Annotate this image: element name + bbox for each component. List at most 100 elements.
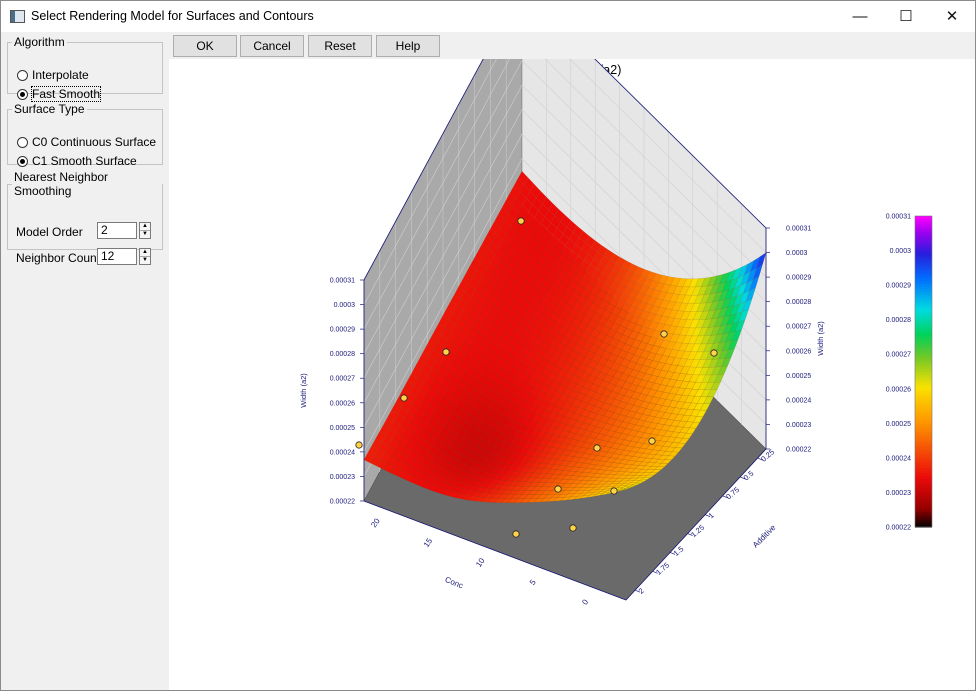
data-point-marker bbox=[569, 524, 577, 532]
model-order-spinner[interactable]: 2 ▲ ▼ bbox=[97, 222, 151, 239]
x-tick-label: 15 bbox=[422, 536, 435, 549]
data-point-marker bbox=[355, 441, 363, 449]
radio-fast-smooth-indicator[interactable] bbox=[17, 88, 28, 100]
smoothing-group: Nearest Neighbor Smoothing Model Order 2… bbox=[7, 170, 163, 265]
surface-type-legend: Surface Type bbox=[14, 102, 85, 116]
radio-interpolate-label: Interpolate bbox=[32, 68, 89, 82]
neighbor-count-spinner[interactable]: 12 ▲ ▼ bbox=[97, 248, 151, 265]
radio-interpolate-indicator[interactable] bbox=[17, 69, 28, 81]
spin-up-icon[interactable]: ▲ bbox=[140, 223, 150, 231]
ok-button[interactable]: OK bbox=[173, 35, 237, 57]
surface-chart: Peak-1 Width (a2) 0.000220.000220.000230… bbox=[299, 0, 933, 607]
x-axis-label: Conc bbox=[444, 575, 465, 590]
radio-fast-smooth[interactable]: Fast Smooth bbox=[17, 86, 102, 102]
spin-up-icon[interactable]: ▲ bbox=[140, 249, 150, 257]
data-point-marker bbox=[660, 330, 668, 338]
model-order-label: Model Order bbox=[16, 225, 83, 239]
data-point-marker bbox=[593, 444, 601, 452]
z-axis-label-right: Width (a2) bbox=[816, 321, 825, 356]
model-order-spin-buttons[interactable]: ▲ ▼ bbox=[139, 222, 151, 239]
color-scale-label: 0.00025 bbox=[886, 421, 911, 428]
chart-area: Peak-1 Width (a2) 0.000220.000220.000230… bbox=[169, 0, 975, 690]
help-button[interactable]: Help bbox=[376, 35, 440, 57]
z-tick-label-left: 0.00025 bbox=[330, 425, 355, 432]
data-point-marker bbox=[610, 487, 618, 495]
data-point-marker bbox=[648, 437, 656, 445]
neighbor-count-label: Neighbor Count bbox=[16, 251, 101, 265]
color-scale-label: 0.00031 bbox=[886, 214, 911, 221]
data-point-marker bbox=[554, 485, 562, 493]
z-tick-label-right: 0.00026 bbox=[786, 348, 811, 355]
color-scale-label: 0.00026 bbox=[886, 386, 911, 393]
button-toolbar: OK Cancel Reset Help bbox=[169, 32, 975, 59]
spin-down-icon[interactable]: ▼ bbox=[140, 231, 150, 238]
color-scale-label: 0.00027 bbox=[886, 352, 911, 359]
z-tick-label-right: 0.00029 bbox=[786, 275, 811, 282]
z-tick-label-left: 0.00027 bbox=[330, 376, 355, 383]
radio-c1-smooth[interactable]: C1 Smooth Surface bbox=[17, 153, 137, 169]
data-point-marker bbox=[710, 349, 718, 357]
color-scale-band bbox=[915, 216, 932, 220]
radio-c1-label: C1 Smooth Surface bbox=[32, 154, 137, 168]
z-tick-label-left: 0.00023 bbox=[330, 474, 355, 481]
z-tick-label-left: 0.00024 bbox=[330, 449, 355, 456]
reset-button[interactable]: Reset bbox=[308, 35, 372, 57]
radio-fast-smooth-label: Fast Smooth bbox=[30, 86, 102, 102]
z-tick-label-left: 0.00026 bbox=[330, 400, 355, 407]
close-button[interactable]: ✕ bbox=[929, 1, 975, 32]
surface-type-group: Surface Type C0 Continuous Surface C1 Sm… bbox=[7, 102, 163, 168]
color-scale-label: 0.00023 bbox=[886, 490, 911, 497]
data-point-marker bbox=[442, 348, 450, 356]
neighbor-count-spin-buttons[interactable]: ▲ ▼ bbox=[139, 248, 151, 265]
spin-down-icon[interactable]: ▼ bbox=[140, 257, 150, 264]
neighbor-count-input[interactable]: 12 bbox=[97, 248, 137, 265]
z-tick-label-right: 0.00024 bbox=[786, 397, 811, 404]
x-tick-label: 20 bbox=[369, 516, 382, 529]
smoothing-legend: Nearest Neighbor Smoothing bbox=[14, 170, 109, 198]
y-tick-label: 1 bbox=[707, 511, 716, 521]
y-tick-label: 2 bbox=[637, 586, 646, 596]
color-scale-label: 0.0003 bbox=[890, 248, 912, 255]
z-tick-label-right: 0.0003 bbox=[786, 250, 808, 257]
data-point-marker bbox=[517, 217, 525, 225]
z-tick-label-right: 0.00022 bbox=[786, 447, 811, 454]
x-tick-label: 0 bbox=[580, 597, 590, 606]
cancel-button[interactable]: Cancel bbox=[240, 35, 304, 57]
title-bar: Select Rendering Model for Surfaces and … bbox=[1, 1, 975, 32]
maximize-button[interactable]: ☐ bbox=[883, 1, 929, 32]
z-tick-label-left: 0.0003 bbox=[334, 302, 356, 309]
z-tick-label-right: 0.00025 bbox=[786, 373, 811, 380]
radio-c0-indicator[interactable] bbox=[17, 136, 28, 148]
window-title: Select Rendering Model for Surfaces and … bbox=[31, 9, 314, 23]
data-point-marker bbox=[400, 394, 408, 402]
color-scale-label: 0.00029 bbox=[886, 283, 911, 290]
y-axis-label: Additive bbox=[751, 523, 778, 550]
algorithm-legend: Algorithm bbox=[14, 35, 65, 49]
x-tick-label: 10 bbox=[474, 556, 487, 569]
z-tick-label-right: 0.00031 bbox=[786, 226, 811, 233]
z-tick-label-left: 0.00028 bbox=[330, 351, 355, 358]
minimize-button[interactable]: — bbox=[837, 1, 883, 32]
settings-panel: Algorithm Interpolate Fast Smooth Surfac… bbox=[1, 32, 169, 690]
z-tick-label-right: 0.00027 bbox=[786, 324, 811, 331]
model-order-input[interactable]: 2 bbox=[97, 222, 137, 239]
z-tick-label-right: 0.00028 bbox=[786, 299, 811, 306]
radio-c0-continuous[interactable]: C0 Continuous Surface bbox=[17, 134, 156, 150]
x-tick-label: 5 bbox=[528, 578, 538, 587]
algorithm-group: Algorithm Interpolate Fast Smooth bbox=[7, 35, 163, 102]
color-scale-label: 0.00028 bbox=[886, 317, 911, 324]
app-icon bbox=[10, 10, 25, 23]
z-tick-label-right: 0.00023 bbox=[786, 422, 811, 429]
z-axis-label-left: Width (a2) bbox=[299, 373, 308, 408]
z-tick-label-left: 0.00029 bbox=[330, 327, 355, 334]
data-point-marker bbox=[512, 530, 520, 538]
z-tick-label-left: 0.00022 bbox=[330, 499, 355, 506]
color-scale: 0.00022 0.00023 0.00024 0.00025 0.00026 0.000… bbox=[886, 214, 933, 532]
color-scale-label: 0.00024 bbox=[886, 455, 911, 462]
z-tick-label-left: 0.00031 bbox=[330, 278, 355, 285]
radio-c0-label: C0 Continuous Surface bbox=[32, 135, 157, 149]
radio-interpolate[interactable]: Interpolate bbox=[17, 67, 89, 83]
radio-c1-indicator[interactable] bbox=[17, 155, 28, 167]
color-scale-label: 0.00022 bbox=[886, 525, 911, 532]
dialog-window: Select Rendering Model for Surfaces and … bbox=[0, 0, 976, 691]
